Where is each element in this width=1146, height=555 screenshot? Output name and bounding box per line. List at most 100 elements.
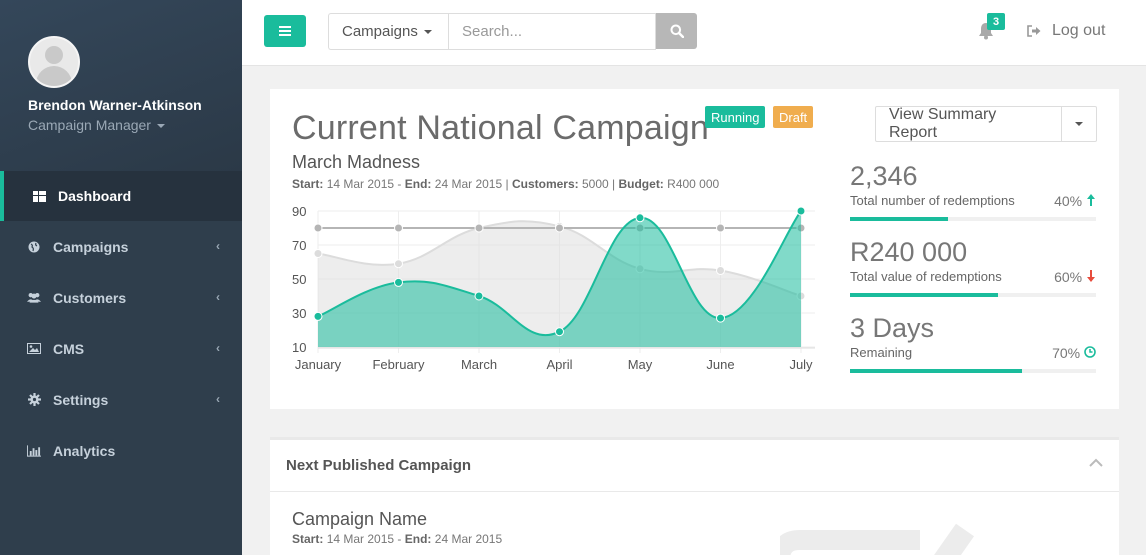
campaign-name: March Madness (292, 152, 421, 172)
chevron-left-icon: ‹ (216, 290, 220, 304)
edit-icon (780, 523, 975, 555)
data-point (716, 223, 725, 233)
stat-percent-value: 60% (1054, 269, 1083, 285)
data-point (716, 313, 725, 323)
x-tick-label: January (295, 357, 342, 372)
sidebar-item-label: Settings (53, 391, 109, 408)
dashboard-icon (32, 189, 46, 203)
search-button[interactable] (656, 13, 697, 49)
data-point (635, 213, 645, 223)
stat-progress-bar (850, 369, 1096, 373)
data-point (716, 266, 725, 275)
sidebar-item-dashboard[interactable]: Dashboard (0, 171, 242, 221)
data-point (313, 223, 323, 233)
chevron-up-icon[interactable] (1089, 458, 1103, 468)
avatar[interactable] (28, 36, 80, 88)
x-tick-label: July (789, 357, 813, 372)
sidebar-item-analytics[interactable]: Analytics (0, 425, 242, 476)
data-point (394, 277, 403, 287)
arrow-down-icon (1087, 270, 1095, 282)
stat-percent: 60% (1054, 269, 1096, 285)
data-point (313, 311, 323, 321)
search-scope-label: Campaigns (342, 23, 418, 40)
logout-link[interactable]: Log out (1027, 22, 1105, 40)
gear-icon (27, 393, 41, 407)
sidebar-item-settings[interactable]: Settings ‹ (0, 374, 242, 425)
view-summary-report-button[interactable]: View Summary Report (875, 106, 1062, 142)
current-campaign-card: Current National Campaign Running Draft … (270, 89, 1119, 409)
data-point (555, 327, 564, 337)
data-point (313, 249, 323, 258)
bar-chart-icon (27, 444, 41, 458)
data-point (474, 291, 484, 301)
globe-icon (27, 240, 41, 254)
sidebar-item-label: Customers (53, 289, 127, 306)
stat-redemptions-count: 2,346 Total number of redemptions 40% (850, 161, 1096, 221)
x-tick-label: February (372, 357, 425, 372)
sidebar-item-customers[interactable]: Customers ‹ (0, 272, 242, 323)
budget-label: Budget: (618, 177, 664, 191)
stat-value: 2,346 (850, 161, 918, 191)
end-label: End: (404, 177, 432, 191)
next-campaign-header: Next Published Campaign (270, 440, 1119, 492)
start-label: Start: (292, 177, 324, 191)
users-icon (27, 291, 41, 305)
x-tick-label: April (546, 357, 572, 372)
arrow-up-icon (1087, 194, 1095, 206)
budget-value: R400 000 (667, 177, 720, 191)
stat-percent: 40% (1054, 193, 1096, 209)
search-icon (670, 24, 684, 38)
user-role-dropdown[interactable]: Campaign Manager (28, 117, 242, 133)
next-campaign-name: Campaign Name (292, 509, 428, 529)
stat-percent: 70% (1052, 345, 1096, 361)
data-point (394, 259, 403, 269)
search-scope-dropdown[interactable]: Campaigns (328, 13, 449, 50)
chevron-left-icon: ‹ (216, 239, 220, 253)
x-tick-label: June (706, 357, 734, 372)
report-dropdown-toggle[interactable] (1062, 106, 1097, 142)
search-input[interactable] (448, 13, 656, 50)
chevron-left-icon: ‹ (216, 392, 220, 406)
stat-days-remaining: 3 Days Remaining 70% (850, 313, 1096, 373)
report-button-group: View Summary Report (875, 106, 1097, 142)
menu-toggle-button[interactable] (264, 15, 306, 47)
stat-progress-bar (850, 293, 1096, 297)
data-point (474, 223, 484, 233)
data-point (394, 223, 403, 233)
sidebar: Brendon Warner-Atkinson Campaign Manager… (0, 0, 242, 555)
start-date: 14 Mar 2015 (326, 177, 395, 191)
next-campaign-heading: Next Published Campaign (286, 457, 472, 474)
sidebar-item-campaigns[interactable]: Campaigns ‹ (0, 221, 242, 272)
stat-value: R240 000 (850, 237, 968, 267)
chevron-left-icon: ‹ (216, 341, 220, 355)
progress-fill (850, 369, 1023, 373)
end-date: 24 Mar 2015 (434, 177, 503, 191)
sidebar-item-label: CMS (53, 340, 85, 357)
stat-percent-value: 40% (1054, 193, 1083, 209)
user-role-label: Campaign Manager (28, 117, 151, 133)
next-campaign-card: Next Published Campaign Campaign Name St… (270, 437, 1119, 555)
sign-out-icon (1027, 25, 1041, 37)
status-badge-running: Running (705, 106, 766, 128)
stat-value: 3 Days (850, 313, 935, 343)
status-badge-draft: Draft (773, 106, 814, 128)
end-date: 24 Mar 2015 (434, 532, 503, 546)
progress-fill (850, 217, 949, 221)
caret-down-icon (156, 124, 165, 129)
start-label: Start: (292, 532, 324, 546)
sidebar-item-label: Campaigns (53, 238, 129, 255)
sidebar-item-cms[interactable]: CMS ‹ (0, 323, 242, 374)
notification-count-badge: 3 (987, 13, 1005, 30)
data-point (796, 206, 806, 216)
y-tick-label: 10 (292, 340, 306, 355)
image-icon (27, 342, 41, 356)
y-tick-label: 30 (292, 306, 306, 321)
stat-percent-value: 70% (1052, 345, 1081, 361)
y-tick-label: 90 (292, 204, 306, 219)
y-tick-label: 70 (292, 238, 306, 253)
customers-label: Customers: (511, 177, 579, 191)
data-point (555, 223, 564, 233)
page-title: Current National Campaign (292, 109, 709, 147)
campaign-meta: Start: 14 Mar 2015 - End: 24 Mar 2015 | … (292, 177, 720, 191)
stat-progress-bar (850, 217, 1096, 221)
